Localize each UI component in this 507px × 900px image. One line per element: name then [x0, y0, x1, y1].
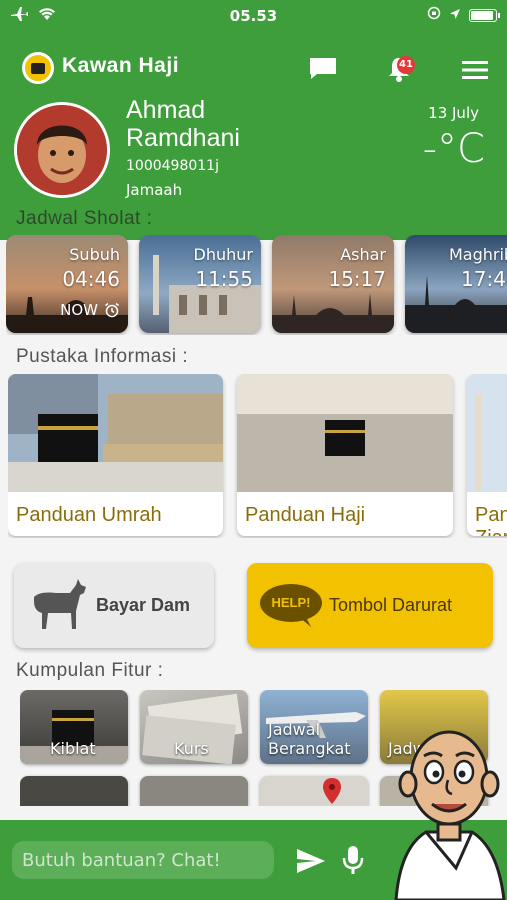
info-card-ziarah[interactable]: Panduan Ziarah	[467, 374, 507, 536]
prayer-card-dhuhur[interactable]: Dhuhur 11:55	[139, 235, 261, 333]
info-card-label: Panduan Haji	[245, 504, 366, 526]
feature-row2-3[interactable]	[260, 776, 368, 806]
send-icon[interactable]	[296, 848, 326, 874]
alarm-clock-icon	[105, 302, 119, 318]
user-name: Ahmad Ramdhani	[126, 96, 240, 152]
status-bar: 05.53	[0, 0, 507, 34]
tombol-darurat-button[interactable]: HELP! Tombol Darurat	[247, 563, 493, 648]
mascot-character[interactable]	[386, 728, 507, 900]
info-card-label: Panduan Ziarah	[475, 504, 507, 536]
kaaba-image	[8, 374, 223, 492]
bayar-dam-button[interactable]: Bayar Dam	[14, 563, 214, 648]
chat-icon[interactable]	[308, 56, 338, 80]
app-logo	[22, 52, 54, 84]
battery-icon	[469, 8, 500, 22]
feature-row2-1[interactable]	[20, 776, 128, 806]
feature-row2-2[interactable]	[140, 776, 248, 806]
info-card-haji[interactable]: Panduan Haji	[237, 374, 453, 536]
tombol-darurat-label: Tombol Darurat	[329, 595, 453, 615]
now-indicator: NOW	[60, 301, 120, 319]
features-section-title: Kumpulan Fitur :	[16, 660, 164, 681]
avatar[interactable]	[14, 102, 110, 198]
prayer-name: Ashar	[340, 245, 386, 264]
goat-icon	[34, 579, 86, 629]
prayer-schedule: Subuh 04:46 NOW Dhuhur 11:55 Ashar 15:17…	[6, 235, 507, 335]
date-label: 13 July	[428, 104, 479, 122]
prayer-section-title: Jadwal Sholat :	[16, 208, 153, 229]
prayer-time: 04:46	[62, 267, 120, 291]
prayer-name: Maghrib	[449, 245, 507, 264]
user-role: Jamaah	[126, 181, 183, 199]
bayar-dam-label: Bayar Dam	[96, 595, 191, 615]
info-card-label: Panduan Umrah	[16, 504, 162, 526]
rotation-lock-icon	[427, 6, 441, 24]
masjidil-haram-image	[237, 374, 453, 492]
map-pin-icon	[323, 778, 341, 804]
prayer-card-ashar[interactable]: Ashar 15:17	[272, 235, 394, 333]
feature-kiblat[interactable]: Kiblat	[20, 690, 128, 764]
prayer-name: Subuh	[69, 245, 120, 264]
help-bubble-text: HELP!	[271, 595, 311, 610]
feature-label: Kiblat	[50, 739, 96, 758]
microphone-icon[interactable]	[342, 845, 364, 875]
temperature: -°C	[422, 126, 485, 172]
feature-kurs[interactable]: Kurs	[140, 690, 248, 764]
feature-label: Kurs	[174, 739, 209, 758]
user-id: 1000498011j	[126, 158, 219, 174]
feature-label: Jadwal Berangkat	[268, 720, 351, 758]
info-carousel: Panduan Umrah Panduan Haji Panduan Ziara…	[8, 374, 507, 538]
prayer-time: 11:55	[195, 267, 253, 291]
prayer-time: 15:17	[328, 267, 386, 291]
prayer-card-maghrib[interactable]: Maghrib 17:48	[405, 235, 507, 333]
feature-jadwal-berangkat[interactable]: Jadwal Berangkat	[260, 690, 368, 764]
info-section-title: Pustaka Informasi :	[16, 346, 189, 367]
location-icon	[449, 6, 461, 24]
notification-badge: 41	[397, 56, 415, 74]
now-label: NOW	[60, 301, 98, 319]
app-title: Kawan Haji	[62, 54, 180, 77]
hamburger-menu-icon[interactable]	[462, 60, 488, 80]
prayer-time: 17:48	[461, 267, 507, 291]
minaret-image	[467, 374, 507, 492]
prayer-card-subuh[interactable]: Subuh 04:46 NOW	[6, 235, 128, 333]
chat-input[interactable]	[12, 841, 274, 879]
info-card-umrah[interactable]: Panduan Umrah	[8, 374, 223, 536]
prayer-name: Dhuhur	[193, 245, 253, 264]
